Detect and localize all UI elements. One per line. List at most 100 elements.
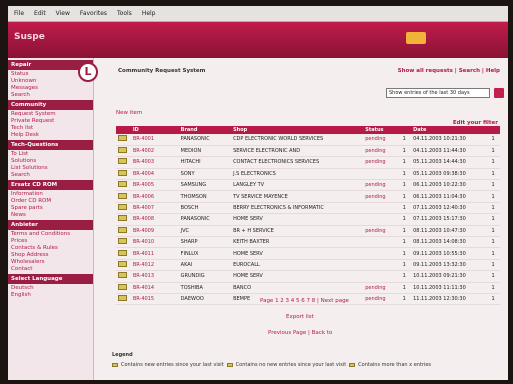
menu-item-favorites[interactable]: Favorites bbox=[80, 10, 107, 17]
table-row[interactable]: BR-4010 SHARP KEITH BAXTER 1 08.11.2003 14:0… bbox=[116, 236, 500, 249]
sidebar-link[interactable]: List Solutions bbox=[8, 164, 93, 171]
sidebar-section-title: Community bbox=[8, 100, 93, 110]
legend-title: Legend bbox=[112, 352, 133, 358]
cell-id[interactable]: BR-4012 bbox=[130, 259, 179, 272]
cell-id[interactable]: BR-4014 bbox=[130, 282, 179, 294]
column-header[interactable]: Shop bbox=[231, 126, 364, 134]
sidebar-link[interactable]: Deutsch bbox=[8, 284, 93, 291]
sidebar-link[interactable]: Contacts & Rules bbox=[8, 244, 93, 251]
menu-item-view[interactable]: View bbox=[56, 10, 70, 17]
pagination[interactable]: Page 1 2 3 4 5 6 7 8 | Next page bbox=[260, 298, 349, 304]
sidebar-link[interactable]: Terms and Conditions bbox=[8, 230, 93, 237]
cell-id[interactable]: BR-4015 bbox=[130, 293, 179, 306]
sidebar-link[interactable]: Shop Address bbox=[8, 251, 93, 258]
export-list-link[interactable]: Export list bbox=[286, 314, 314, 320]
cell-id[interactable]: BR-4013 bbox=[130, 270, 179, 283]
cell-id[interactable]: BR-4010 bbox=[130, 236, 179, 249]
envelope-icon[interactable] bbox=[118, 192, 127, 199]
sidebar-link[interactable]: To List bbox=[8, 150, 93, 157]
menu-item-edit[interactable]: Edit bbox=[34, 10, 46, 17]
table-row[interactable]: BR-4007 BOSCH BERRY ELECTRONICS & INFORMAT… bbox=[116, 202, 500, 215]
envelope-icon[interactable] bbox=[118, 249, 127, 256]
table-row[interactable]: BR-4012 AKAI EUROCALL 1 09.11.2003 13:32:30 1 bbox=[116, 259, 500, 272]
sidebar-link[interactable]: Spare parts bbox=[8, 204, 93, 211]
sidebar-link[interactable]: News bbox=[8, 211, 93, 218]
envelope-icon[interactable] bbox=[118, 295, 127, 302]
sidebar-link[interactable]: Private Request bbox=[8, 117, 93, 124]
column-header[interactable]: ID bbox=[130, 126, 179, 134]
cell-id[interactable]: BR-4003 bbox=[130, 156, 179, 169]
sidebar-link[interactable]: Solutions bbox=[8, 157, 93, 164]
cell-icon bbox=[116, 270, 131, 283]
menu-item-tools[interactable]: Tools bbox=[117, 10, 132, 17]
sidebar-link[interactable]: Contact bbox=[8, 265, 93, 272]
envelope-icon[interactable] bbox=[118, 181, 127, 188]
sidebar-link[interactable]: Wholesalers bbox=[8, 258, 93, 265]
sidebar-link[interactable]: Search bbox=[8, 171, 93, 178]
sidebar-link[interactable]: Information bbox=[8, 190, 93, 197]
sidebar-link[interactable]: Search bbox=[8, 91, 93, 98]
table-row[interactable]: BR-4001 PANASONIC CDP ELECTRONIC WORLD SER… bbox=[116, 134, 500, 146]
cell-status bbox=[363, 247, 398, 260]
table-row[interactable]: BR-4014 TOSHIBA BANCO pending 1 10.11.2003 11… bbox=[116, 282, 500, 294]
sidebar-link[interactable]: English bbox=[8, 291, 93, 298]
site-logo: Suspe bbox=[14, 32, 45, 42]
envelope-icon[interactable] bbox=[118, 260, 127, 267]
envelope-icon[interactable] bbox=[118, 135, 127, 142]
cell-brand: PANASONIC bbox=[178, 213, 232, 226]
table-row[interactable]: BR-4004 SONY J.S ELECTRONICS 1 05.11.2003 09… bbox=[116, 168, 500, 181]
envelope-icon[interactable] bbox=[118, 283, 127, 290]
table-row[interactable]: BR-4003 HITACHI CONTACT ELECTRONICS SERVIC… bbox=[116, 156, 500, 169]
menu-item-help[interactable]: Help bbox=[142, 10, 156, 17]
envelope-icon[interactable] bbox=[118, 215, 127, 222]
sidebar-link[interactable]: Order CD ROM bbox=[8, 197, 93, 204]
new-item-link[interactable]: New item bbox=[116, 110, 142, 116]
filter-select[interactable]: Show entries of the last 30 days bbox=[386, 88, 490, 98]
envelope-icon[interactable] bbox=[118, 204, 127, 211]
envelope-icon[interactable] bbox=[118, 169, 127, 176]
cell-brand: AKAI bbox=[178, 259, 232, 272]
sidebar-link[interactable]: Prices bbox=[8, 237, 93, 244]
envelope-icon[interactable] bbox=[118, 147, 127, 154]
table-row[interactable]: BR-4005 SAMSUNG LANGLEY TV pending 1 06.11.20… bbox=[116, 179, 500, 192]
filter-go-button[interactable] bbox=[494, 88, 504, 98]
cell-icon bbox=[116, 145, 131, 158]
column-header[interactable]: Brand bbox=[178, 126, 232, 134]
cell-id[interactable]: BR-4005 bbox=[130, 179, 179, 192]
column-header[interactable] bbox=[397, 126, 412, 134]
sidebar-link[interactable]: Messages bbox=[8, 84, 93, 91]
cell-id[interactable]: BR-4008 bbox=[130, 213, 179, 226]
bottom-links[interactable]: Previous Page | Back to bbox=[268, 330, 332, 336]
cell-id[interactable]: BR-4002 bbox=[130, 145, 179, 158]
sidebar-link[interactable]: Help Desk bbox=[8, 131, 93, 138]
table-row[interactable]: BR-4013 GRUNDIG HOME SERV 1 10.11.2003 09:21… bbox=[116, 270, 500, 283]
page-title: Community Request System bbox=[118, 68, 206, 74]
sidebar-link[interactable]: Tech list bbox=[8, 124, 93, 131]
table-row[interactable]: BR-4011 FINLUX HOME SERV 1 09.11.2003 10:55:… bbox=[116, 247, 500, 260]
cell-id[interactable]: BR-4006 bbox=[130, 190, 179, 203]
cell-n: 1 bbox=[397, 270, 412, 283]
cell-brand: BOSCH bbox=[178, 202, 232, 215]
cell-id[interactable]: BR-4001 bbox=[130, 134, 179, 146]
table-row[interactable]: BR-4002 MEDION SERVICE ELECTRONIC AND pendi… bbox=[116, 145, 500, 158]
envelope-icon[interactable] bbox=[118, 226, 127, 233]
table-row[interactable]: BR-4009 JVC BR + H SERVICE pending 1 08.11.20… bbox=[116, 225, 500, 238]
menu-item-file[interactable]: File bbox=[14, 10, 24, 17]
envelope-icon[interactable] bbox=[118, 272, 127, 279]
cell-brand: SONY bbox=[178, 168, 232, 181]
cell-n: 1 bbox=[397, 282, 412, 294]
column-header[interactable]: Status bbox=[363, 126, 398, 134]
envelope-icon[interactable] bbox=[118, 158, 127, 165]
envelope-icon[interactable] bbox=[118, 238, 127, 245]
column-header[interactable]: Date bbox=[411, 126, 487, 134]
cell-id[interactable]: BR-4009 bbox=[130, 225, 179, 238]
cell-id[interactable]: BR-4007 bbox=[130, 202, 179, 215]
column-header[interactable] bbox=[116, 126, 131, 134]
table-row[interactable]: BR-4008 PANASONIC HOME SERV 1 07.11.2003 15:… bbox=[116, 213, 500, 226]
cell-id[interactable]: BR-4004 bbox=[130, 168, 179, 181]
column-header[interactable] bbox=[486, 126, 500, 134]
sidebar-link[interactable]: Request System bbox=[8, 110, 93, 117]
table-row[interactable]: BR-4006 THOMSON TV SERVICE MAYENCE pending 1… bbox=[116, 190, 500, 203]
top-links[interactable]: Show all requests | Search | Help bbox=[398, 68, 500, 74]
cell-id[interactable]: BR-4011 bbox=[130, 247, 179, 260]
